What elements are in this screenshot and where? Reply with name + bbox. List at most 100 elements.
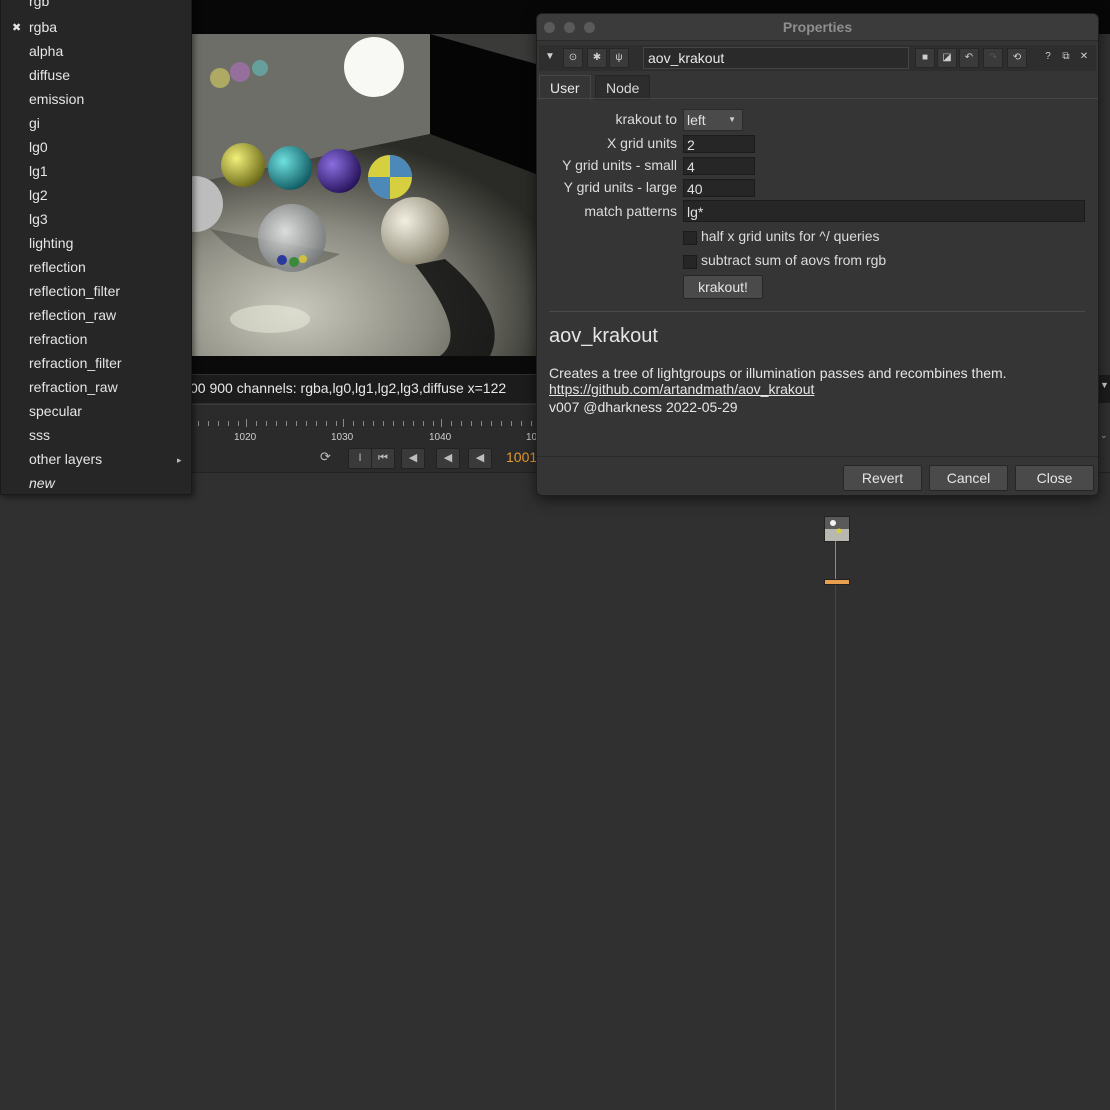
y-grid-units-large-input[interactable]: 40 xyxy=(683,179,755,197)
properties-title: Properties xyxy=(782,19,853,35)
help-version: v007 @dharkness 2022-05-29 xyxy=(549,399,738,415)
menu-item-refraction-filter[interactable]: refraction_filter xyxy=(29,355,122,371)
menu-item-lg0[interactable]: lg0 xyxy=(29,139,48,155)
timeline-tick xyxy=(461,421,462,426)
properties-footer xyxy=(537,456,1098,495)
node-pipe xyxy=(835,541,836,579)
menu-item-diffuse[interactable]: diffuse xyxy=(29,67,70,83)
timeline-tick xyxy=(491,421,492,426)
krakout-button[interactable]: krakout! xyxy=(683,275,763,299)
match-patterns-input[interactable]: lg* xyxy=(683,200,1085,222)
timeline-tick xyxy=(353,421,354,426)
timeline-tick xyxy=(393,421,394,426)
menu-item-refraction-raw[interactable]: refraction_raw xyxy=(29,379,118,395)
undo-icon[interactable]: ↶ xyxy=(959,48,979,68)
collapse-panel-icon[interactable]: ▼ xyxy=(541,48,559,66)
timeline-tick-major xyxy=(441,419,442,427)
menu-item-specular[interactable]: specular xyxy=(29,403,82,419)
viewer-info-text: 00 900 channels: rgba,lg0,lg1,lg2,lg3,di… xyxy=(190,380,507,396)
viewer-toggle-icon[interactable]: ⊙ xyxy=(563,48,583,68)
previous-keyframe-icon[interactable]: ◀ xyxy=(401,448,425,469)
settings-icon[interactable]: ψ xyxy=(609,48,629,68)
x-grid-units-input[interactable]: 2 xyxy=(683,135,755,153)
node-name-field[interactable]: aov_krakout xyxy=(643,47,909,69)
menu-item-lighting[interactable]: lighting xyxy=(29,235,73,251)
menu-item-new[interactable]: new xyxy=(29,475,55,491)
node-graph-connection xyxy=(835,585,836,1110)
aov-krakout-node[interactable] xyxy=(824,579,850,585)
close-panel-icon[interactable]: ✕ xyxy=(1075,48,1093,66)
play-backward-icon[interactable]: ◀ xyxy=(468,448,492,469)
gl-color-icon[interactable]: ◪ xyxy=(937,48,957,68)
revert-icon[interactable]: ⟲ xyxy=(1007,48,1027,68)
match-patterns-label: match patterns xyxy=(584,203,677,219)
timeline-tick xyxy=(511,421,512,426)
menu-item-emission[interactable]: emission xyxy=(29,91,84,107)
half-x-grid-checkbox[interactable] xyxy=(683,231,697,245)
y-grid-units-small-input[interactable]: 4 xyxy=(683,157,755,175)
node-color-icon[interactable]: ✱ xyxy=(587,48,607,68)
timeline-tick xyxy=(433,421,434,426)
krakout-to-value: left xyxy=(687,112,706,128)
timeline-label: 1020 xyxy=(234,432,257,443)
submenu-arrow-icon: ▸ xyxy=(177,455,182,465)
timeline-tick xyxy=(326,421,327,426)
menu-item-lg3[interactable]: lg3 xyxy=(29,211,48,227)
menu-item-lg2[interactable]: lg2 xyxy=(29,187,48,203)
timeline-tick xyxy=(218,421,219,426)
timeline-tick xyxy=(383,421,384,426)
current-frame[interactable]: 1001 xyxy=(506,449,537,465)
node-thumbnail[interactable] xyxy=(824,516,850,542)
step-back-icon[interactable]: ◀ xyxy=(436,448,460,469)
tab-user[interactable]: User xyxy=(539,75,591,100)
timeline-tick xyxy=(413,421,414,426)
timeline-label: 1030 xyxy=(331,432,354,443)
close-button[interactable]: Close xyxy=(1015,465,1094,491)
properties-title-bar[interactable]: Properties xyxy=(537,14,1098,41)
timeline-tick xyxy=(296,421,297,426)
channel-dropdown-menu: rgb ✖ rgba alpha diffuse emission gi lg0… xyxy=(0,0,192,495)
float-panel-icon[interactable]: ⧉ xyxy=(1057,48,1075,66)
timeline-tick xyxy=(451,421,452,426)
menu-item-other-layers[interactable]: other layers xyxy=(29,451,102,467)
timeline-tick xyxy=(423,421,424,426)
y-grid-units-small-label: Y grid units - small xyxy=(562,157,677,173)
timeline-tick xyxy=(228,421,229,426)
timeline-tick xyxy=(266,421,267,426)
first-frame-icon[interactable]: ⏮ xyxy=(371,448,395,469)
timeline-label: 1040 xyxy=(429,432,452,443)
menu-item-reflection[interactable]: reflection xyxy=(29,259,86,275)
revert-button[interactable]: Revert xyxy=(843,465,922,491)
timeline-tick xyxy=(403,421,404,426)
menu-item-rgb[interactable]: rgb xyxy=(29,0,49,9)
tab-divider xyxy=(537,98,1098,99)
cancel-button[interactable]: Cancel xyxy=(929,465,1008,491)
krakout-to-label: krakout to xyxy=(615,111,677,127)
menu-item-sss[interactable]: sss xyxy=(29,427,50,443)
timeline-tick xyxy=(198,421,199,426)
redo-icon[interactable]: ↷ xyxy=(983,48,1003,68)
timeline-tick-major xyxy=(343,419,344,427)
menu-item-refraction[interactable]: refraction xyxy=(29,331,87,347)
viewer-menu-arrow-icon[interactable]: ▼ xyxy=(1100,380,1109,390)
menu-item-rgba[interactable]: rgba xyxy=(29,19,57,35)
tab-node[interactable]: Node xyxy=(595,75,651,100)
menu-item-lg1[interactable]: lg1 xyxy=(29,163,48,179)
help-icon[interactable]: ? xyxy=(1039,48,1057,66)
in-point-icon[interactable]: I xyxy=(348,448,372,469)
timeline[interactable]: 1020 1030 1040 10 xyxy=(190,404,537,445)
timeline-tick-major xyxy=(246,419,247,427)
krakout-to-dropdown[interactable]: left ▼ xyxy=(683,109,743,131)
timeline-expand-icon[interactable]: ⌄ xyxy=(1100,430,1108,441)
menu-item-reflection-raw[interactable]: reflection_raw xyxy=(29,307,116,323)
menu-item-reflection-filter[interactable]: reflection_filter xyxy=(29,283,120,299)
menu-item-gi[interactable]: gi xyxy=(29,115,40,131)
help-description: Creates a tree of lightgroups or illumin… xyxy=(549,365,1007,381)
tile-color-icon[interactable]: ■ xyxy=(915,48,935,68)
menu-item-alpha[interactable]: alpha xyxy=(29,43,63,59)
playback-mode-icon[interactable]: ⟳ xyxy=(320,449,331,465)
properties-window: Properties ▼ ⊙ ✱ ψ aov_krakout ■ ◪ ↶ ↷ ⟲… xyxy=(536,13,1099,496)
timeline-tick xyxy=(521,421,522,426)
subtract-sum-checkbox[interactable] xyxy=(683,255,697,269)
help-link[interactable]: https://github.com/artandmath/aov_krakou… xyxy=(549,381,814,397)
